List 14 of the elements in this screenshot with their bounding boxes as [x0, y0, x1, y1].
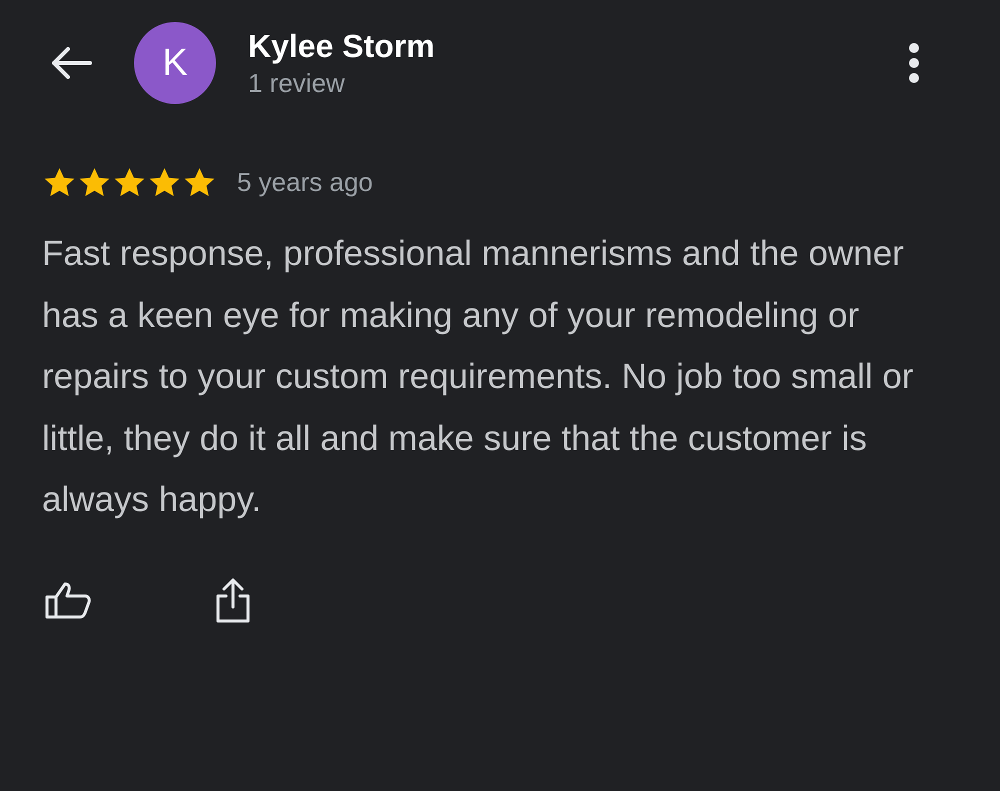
more-menu-icon[interactable] [908, 42, 920, 84]
reviewer-name: Kylee Storm [248, 27, 436, 66]
review-time: 5 years ago [237, 167, 373, 198]
star-icon [77, 166, 112, 199]
review-count: 1 review [248, 67, 346, 100]
thumbs-up-icon[interactable] [45, 580, 91, 618]
avatar: K [134, 22, 216, 104]
review-text: Fast response, professional mannerisms and the owner has a keen eye for making any of your remodeling or repairs to your custom requirements. No job too small or little, they do it all and make sure that the customer is always happy. [42, 233, 914, 521]
back-arrow-icon[interactable] [50, 46, 92, 80]
star-icon [147, 166, 182, 199]
star-icon [182, 166, 217, 199]
star-icon [112, 166, 147, 199]
share-icon[interactable] [215, 576, 251, 622]
star-icon [42, 166, 77, 199]
